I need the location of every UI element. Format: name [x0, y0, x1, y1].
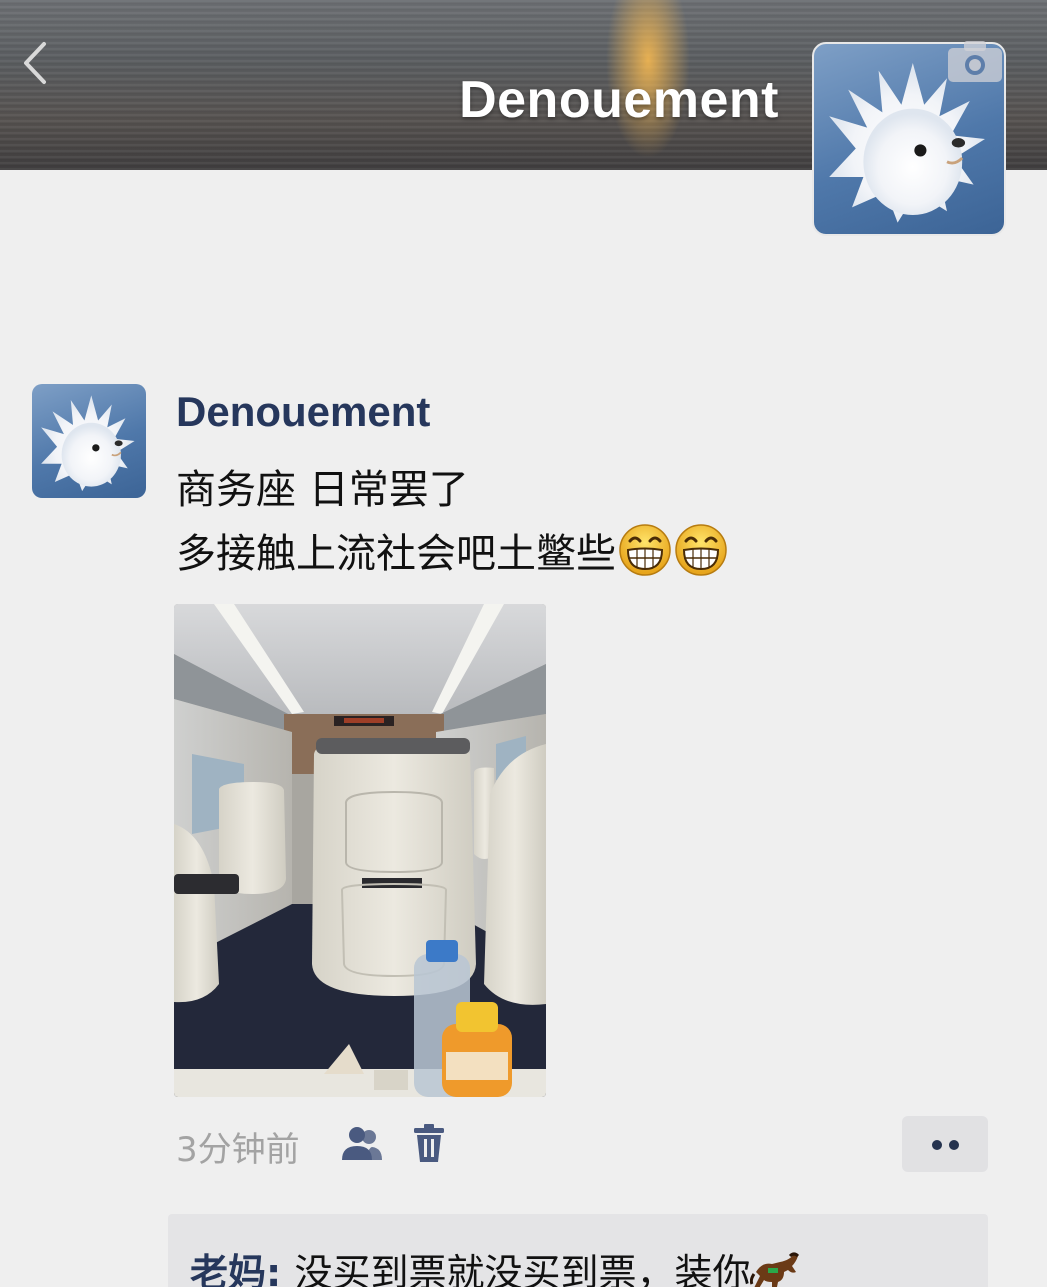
post-text: 商务座 日常罢了 多接触上流社会吧土鳖些: [176, 458, 956, 586]
comment-item[interactable]: 老妈: 没买到票就没买到票，装你: [190, 1242, 804, 1287]
cover-username: Denouement: [459, 71, 779, 129]
back-button[interactable]: [18, 38, 54, 88]
camera-icon[interactable]: [946, 38, 1004, 86]
more-dots-icon: [949, 1140, 959, 1150]
comment-separator: :: [266, 1251, 295, 1287]
comment-text: 没买到票就没买到票，装你: [294, 1251, 751, 1287]
post-author-name[interactable]: Denouement: [176, 388, 430, 436]
comments-box: 老妈: 没买到票就没买到票，装你: [168, 1214, 988, 1287]
post-photo[interactable]: [174, 604, 546, 1097]
chevron-left-icon: [24, 42, 46, 84]
friends-icon: [340, 1124, 384, 1162]
post-author-avatar[interactable]: [32, 384, 146, 498]
post-text-line: 多接触上流社会吧土鳖些: [176, 522, 956, 586]
more-options-button[interactable]: [902, 1116, 988, 1172]
post-text-line: 商务座 日常罢了: [176, 467, 469, 513]
more-dots-icon: [932, 1140, 942, 1150]
grinning-face-emoji: [674, 523, 728, 577]
post-text-content: 多接触上流社会吧土鳖些: [176, 531, 616, 577]
train-interior-image: [174, 604, 546, 1097]
avatar-image: [41, 395, 135, 492]
grinning-face-emoji: [618, 523, 672, 577]
post-timestamp: 3分钟前: [176, 1130, 300, 1170]
comment-author[interactable]: 老妈: [190, 1251, 266, 1287]
horse-emoji: [750, 1250, 804, 1287]
moments-page: Denouement Denouement 商务座 日常罢了 多接触上流社会吧土…: [0, 0, 1047, 1287]
trash-icon[interactable]: [410, 1122, 448, 1164]
